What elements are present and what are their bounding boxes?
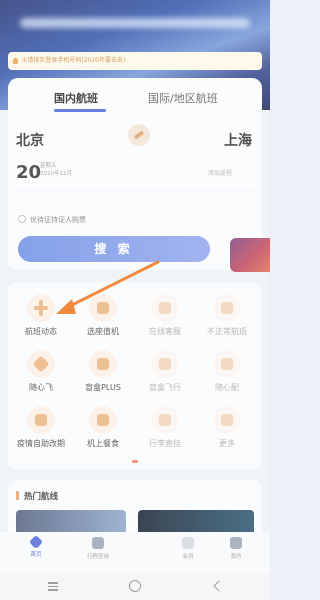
tutorial-arrow-icon (56, 260, 160, 314)
